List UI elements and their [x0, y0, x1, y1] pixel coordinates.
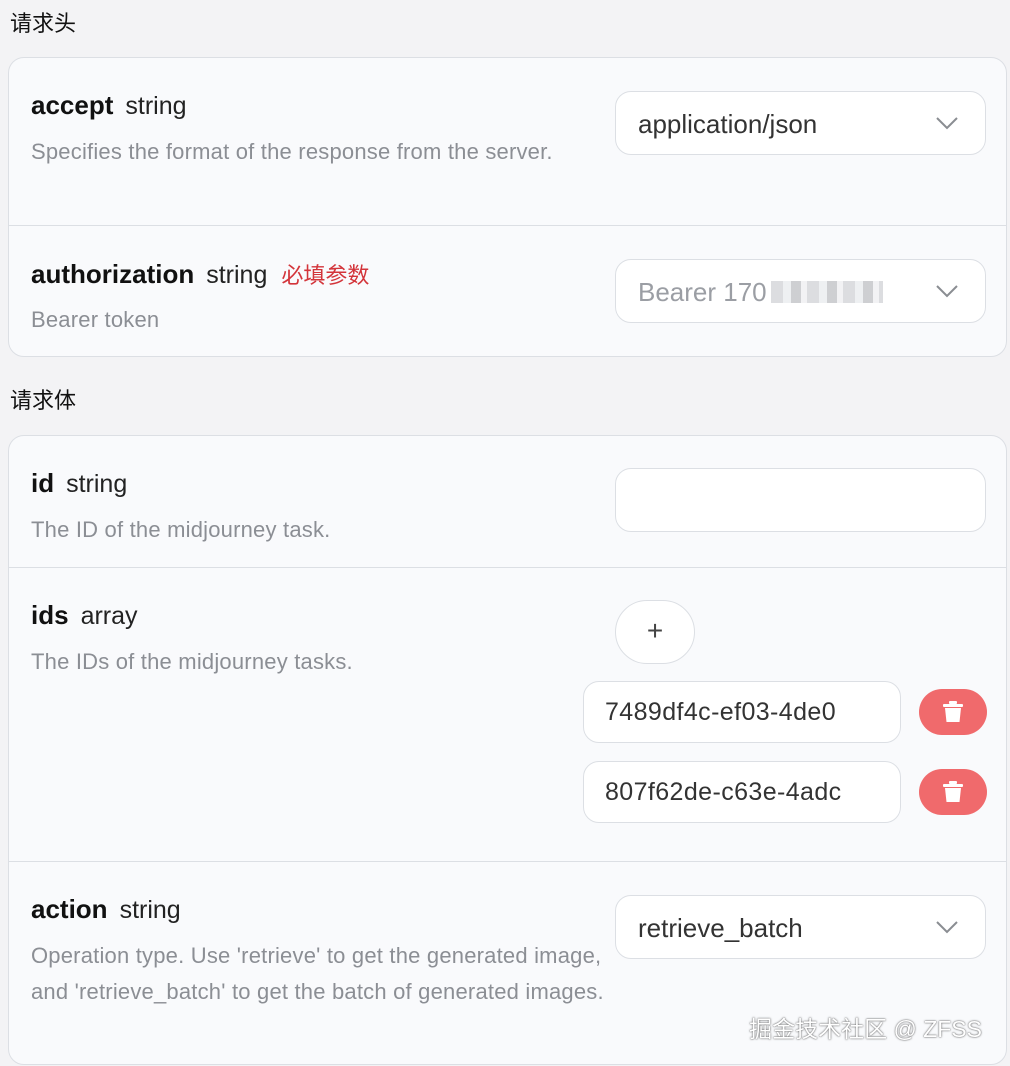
redacted-token — [770, 281, 883, 303]
param-name: accept — [31, 90, 114, 120]
select-value: Bearer 170 — [638, 277, 883, 308]
param-type: array — [80, 602, 138, 630]
param-row-authorization: authorization string 必填参数 Bearer token B… — [9, 226, 1006, 356]
param-description: Bearer token — [31, 307, 160, 332]
param-header: id string — [31, 468, 127, 499]
array-item-input[interactable]: 7489df4c-ef03-4de0 — [583, 681, 901, 743]
authorization-select[interactable]: Bearer 170 — [615, 259, 986, 323]
param-type: string — [206, 261, 268, 289]
add-item-button[interactable]: + — [615, 600, 695, 664]
array-item-value: 807f62de-c63e-4adc — [605, 778, 842, 806]
delete-item-button[interactable] — [919, 689, 987, 735]
param-name: action — [31, 894, 108, 924]
watermark: 掘金技术社区 @ ZFSS — [749, 1016, 982, 1042]
param-header: accept string — [31, 90, 187, 121]
chevron-down-icon — [936, 921, 958, 934]
array-item-value: 7489df4c-ef03-4de0 — [605, 698, 836, 726]
chevron-down-icon — [936, 117, 958, 130]
param-type: string — [125, 92, 187, 120]
param-row-ids: ids array The IDs of the midjourney task… — [9, 568, 1006, 862]
param-description: The ID of the midjourney task. — [31, 517, 331, 542]
delete-item-button[interactable] — [919, 769, 987, 815]
headers-card: accept string Specifies the format of th… — [8, 57, 1007, 357]
param-name: id — [31, 468, 55, 498]
select-value: retrieve_batch — [638, 913, 803, 943]
param-description: Operation type. Use 'retrieve' to get th… — [31, 943, 604, 1004]
param-header: ids array — [31, 600, 138, 631]
body-section-title: 请求体 — [10, 388, 77, 413]
param-name: authorization — [31, 259, 195, 289]
param-row-id: id string The ID of the midjourney task. — [9, 436, 1006, 568]
param-description: The IDs of the midjourney tasks. — [31, 649, 353, 674]
param-row-accept: accept string Specifies the format of th… — [9, 58, 1006, 226]
id-input[interactable] — [615, 468, 986, 532]
param-name: ids — [31, 600, 69, 630]
chevron-down-icon — [936, 285, 958, 298]
param-header: action string — [31, 894, 181, 925]
param-type: string — [119, 896, 181, 924]
param-header: authorization string 必填参数 — [31, 258, 369, 290]
action-select[interactable]: retrieve_batch — [615, 895, 986, 959]
select-value: application/json — [638, 109, 818, 139]
trash-icon — [943, 781, 963, 802]
array-item-input[interactable]: 807f62de-c63e-4adc — [583, 761, 901, 823]
body-card: id string The ID of the midjourney task.… — [8, 435, 1007, 1065]
required-label: 必填参数 — [281, 263, 370, 288]
headers-section-title: 请求头 — [10, 11, 77, 36]
param-description: Specifies the format of the response fro… — [31, 139, 553, 164]
trash-icon — [943, 701, 963, 722]
accept-select[interactable]: application/json — [615, 91, 986, 155]
param-type: string — [66, 470, 128, 498]
